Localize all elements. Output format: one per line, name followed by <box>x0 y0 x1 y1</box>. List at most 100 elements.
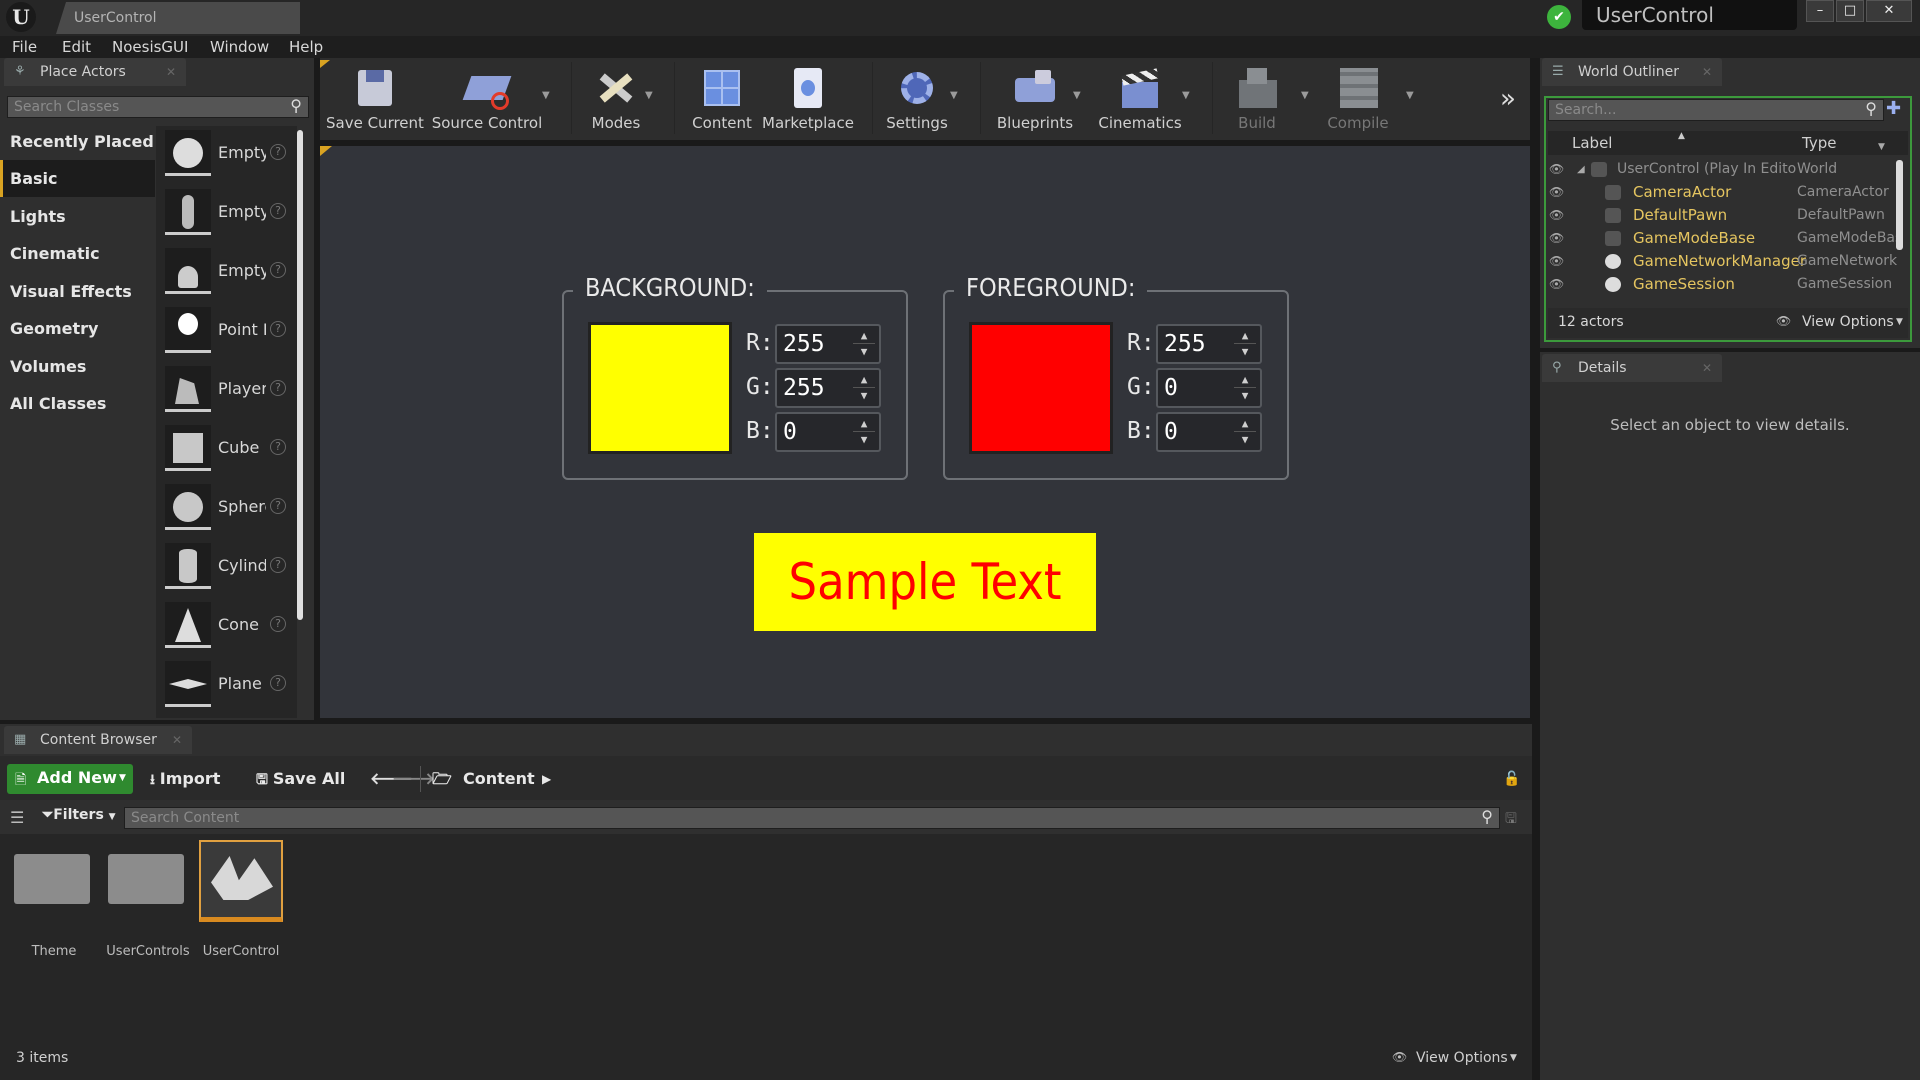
help-icon[interactable]: ? <box>270 498 286 514</box>
actor-item-empty-actor[interactable]: Empty Actor? <box>160 126 298 184</box>
filters-button[interactable]: ⏷Filters ▼ <box>42 807 116 823</box>
actor-item-point-light[interactable]: Point Light? <box>160 303 298 361</box>
cinematics-dropdown-icon[interactable]: ▼ <box>1182 90 1190 101</box>
spin-up-icon[interactable]: ▲ <box>853 328 875 344</box>
outliner-row-world[interactable]: 👁 ◢ UserControl (Play In Editor) World <box>1547 158 1907 181</box>
help-icon[interactable]: ? <box>270 262 286 278</box>
content-browser-tab[interactable]: ▦ Content Browser ✕ <box>4 726 192 754</box>
settings-dropdown-icon[interactable]: ▼ <box>950 90 958 101</box>
menu-file[interactable]: File <box>12 36 37 58</box>
menu-noesisgui[interactable]: NoesisGUI <box>112 36 188 58</box>
tab-close-icon[interactable]: ✕ <box>1702 58 1712 86</box>
import-button[interactable]: ⭳ Import <box>150 764 220 794</box>
spin-up-icon[interactable]: ▲ <box>1234 372 1256 388</box>
asset-folder-theme[interactable]: Theme <box>6 840 102 960</box>
label-column-header[interactable]: Label <box>1572 132 1612 154</box>
spin-up-icon[interactable]: ▲ <box>1234 328 1256 344</box>
actor-item-cube[interactable]: Cube? <box>160 421 298 479</box>
spin-down-icon[interactable]: ▼ <box>853 432 875 448</box>
spinner[interactable]: ▲ ▼ <box>1234 372 1256 404</box>
asset-usercontrol[interactable]: UserControl <box>193 840 289 960</box>
help-icon[interactable]: ? <box>270 203 286 219</box>
type-dropdown-icon[interactable]: ▼ <box>1878 136 1885 158</box>
view-options-dropdown-icon[interactable]: ▼ <box>1896 317 1903 327</box>
spin-down-icon[interactable]: ▼ <box>1234 432 1256 448</box>
background-b-input[interactable]: 0 ▲ ▼ <box>775 412 881 452</box>
spin-down-icon[interactable]: ▼ <box>1234 344 1256 360</box>
lock-icon[interactable]: 🔓 <box>1503 764 1520 794</box>
category-all-classes[interactable]: All Classes <box>0 385 155 422</box>
visibility-eye-icon[interactable]: 👁 <box>1549 204 1564 227</box>
spin-up-icon[interactable]: ▲ <box>853 416 875 432</box>
outliner-row[interactable]: 👁GameNetworkManagerGameNetworkManager <box>1547 250 1907 273</box>
visibility-eye-icon[interactable]: 👁 <box>1549 227 1564 250</box>
category-geometry[interactable]: Geometry <box>0 310 155 347</box>
tab-close-icon[interactable]: ✕ <box>166 58 176 86</box>
help-icon[interactable]: ? <box>270 380 286 396</box>
toolbar-overflow-icon[interactable]: » <box>1500 84 1516 114</box>
visibility-eye-icon[interactable]: 👁 <box>1549 158 1564 181</box>
compile-button[interactable]: Compile <box>1320 60 1396 136</box>
category-visual-effects[interactable]: Visual Effects <box>0 273 155 310</box>
sources-toggle-icon[interactable]: ☰ <box>10 808 24 827</box>
path-expand-icon[interactable]: ▶ <box>542 764 551 794</box>
close-button[interactable]: ✕ <box>1866 0 1912 22</box>
background-g-input[interactable]: 255 ▲ ▼ <box>775 368 881 408</box>
help-icon[interactable]: ? <box>270 144 286 160</box>
expand-arrow-icon[interactable]: ◢ <box>1577 158 1585 181</box>
visibility-eye-icon[interactable]: 👁 <box>1549 250 1564 273</box>
save-all-button[interactable]: 🖫 Save All <box>256 764 345 794</box>
outliner-row[interactable]: 👁 CameraActor CameraActor <box>1547 181 1907 204</box>
world-outliner-tab[interactable]: ☰ World Outliner ✕ <box>1542 58 1722 86</box>
build-button[interactable]: Build <box>1220 60 1294 136</box>
modes-dropdown-icon[interactable]: ▼ <box>645 90 653 101</box>
actor-item-cylinder[interactable]: Cylinder? <box>160 539 298 597</box>
spinner[interactable]: ▲ ▼ <box>853 328 875 360</box>
content-search-input[interactable]: Search Content ⚲ <box>124 807 1500 829</box>
save-search-icon[interactable]: 🖫 <box>1505 808 1517 832</box>
blueprints-button[interactable]: Blueprints <box>990 60 1080 136</box>
visibility-eye-icon[interactable]: 👁 <box>1549 273 1564 296</box>
background-r-input[interactable]: 255 ▲ ▼ <box>775 324 881 364</box>
spinner[interactable]: ▲ ▼ <box>1234 328 1256 360</box>
tab-close-icon[interactable]: ✕ <box>172 726 182 754</box>
add-filter-icon[interactable]: ✚ <box>1886 98 1901 119</box>
help-icon[interactable]: ? <box>270 557 286 573</box>
category-volumes[interactable]: Volumes <box>0 348 155 385</box>
actor-item-empty-pawn[interactable]: Empty Pawn? <box>160 244 298 302</box>
menu-window[interactable]: Window <box>210 36 269 58</box>
save-current-button[interactable]: Save Current <box>326 60 424 136</box>
maximize-button[interactable]: □ <box>1836 0 1864 22</box>
actor-item-cone[interactable]: Cone? <box>160 598 298 656</box>
minimize-button[interactable]: – <box>1806 0 1834 22</box>
asset-folder-usercontrols[interactable]: UserControls <box>100 840 196 960</box>
outliner-row[interactable]: 👁GameModeBaseGameModeBase <box>1547 227 1907 250</box>
source-control-button[interactable]: Source Control <box>428 60 546 136</box>
spinner[interactable]: ▲ ▼ <box>853 416 875 448</box>
view-options-button[interactable]: View Options <box>1802 314 1894 330</box>
settings-button[interactable]: Settings <box>876 60 958 136</box>
outliner-row[interactable]: 👁 GameSession GameSession <box>1547 273 1907 296</box>
menu-edit[interactable]: Edit <box>62 36 91 58</box>
spin-down-icon[interactable]: ▼ <box>853 388 875 404</box>
place-actors-tab[interactable]: ⚘ Place Actors ✕ <box>4 58 186 86</box>
foreground-g-input[interactable]: 0 ▲ ▼ <box>1156 368 1262 408</box>
actor-item-sphere[interactable]: Sphere? <box>160 480 298 538</box>
help-icon[interactable]: ? <box>270 675 286 691</box>
actor-item-plane[interactable]: Plane? <box>160 657 298 715</box>
content-view-options-button[interactable]: View Options <box>1416 1050 1508 1066</box>
game-viewport[interactable] <box>320 146 1530 718</box>
outliner-row[interactable]: 👁 DefaultPawn DefaultPawn <box>1547 204 1907 227</box>
tab-close-icon[interactable]: ✕ <box>1702 354 1712 382</box>
modes-button[interactable]: Modes <box>578 60 654 136</box>
category-recently-placed[interactable]: Recently Placed <box>0 123 155 160</box>
add-new-button[interactable]: 🗎 Add New ▼ <box>7 764 133 794</box>
compile-dropdown-icon[interactable]: ▼ <box>1406 90 1414 101</box>
marketplace-button[interactable]: Marketplace <box>762 60 854 136</box>
spin-up-icon[interactable]: ▲ <box>1234 416 1256 432</box>
category-basic[interactable]: Basic <box>0 160 155 197</box>
content-button[interactable]: Content <box>682 60 762 136</box>
category-cinematic[interactable]: Cinematic <box>0 235 155 272</box>
type-column-header[interactable]: Type <box>1802 132 1836 154</box>
category-lights[interactable]: Lights <box>0 198 155 235</box>
